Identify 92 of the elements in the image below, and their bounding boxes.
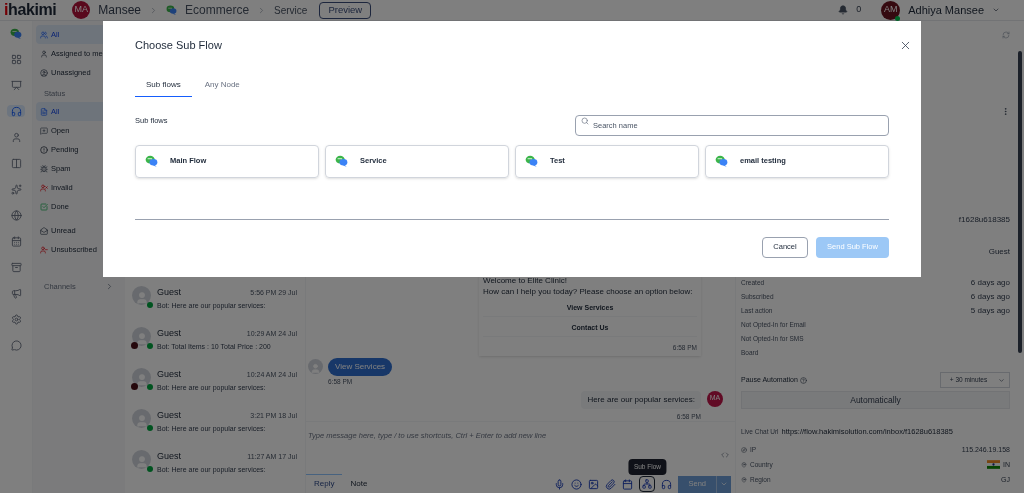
help-icon xyxy=(799,376,807,384)
scrollbar[interactable] xyxy=(1018,51,1022,353)
field-value: 5 days ago xyxy=(970,305,1010,317)
user-minus-icon xyxy=(40,245,48,254)
breadcrumb-item[interactable]: Service xyxy=(274,2,308,18)
field-value: 6 days ago xyxy=(970,277,1010,289)
mail-open-icon xyxy=(40,226,48,235)
breadcrumb-item[interactable]: Ecommerce xyxy=(185,1,250,19)
contact-name: Guest xyxy=(157,286,181,299)
microphone-icon[interactable] xyxy=(554,478,566,490)
compass-icon xyxy=(741,446,747,453)
contact-name: Guest xyxy=(157,368,181,381)
sitemap-icon[interactable] xyxy=(639,476,656,492)
avatar: AM xyxy=(881,0,901,20)
channel-badge xyxy=(147,343,153,349)
sparkles-icon xyxy=(10,183,22,195)
contact-name: Guest xyxy=(157,409,181,422)
megaphone-icon xyxy=(10,287,22,299)
chat-bubbles-icon xyxy=(715,155,728,167)
notification-count: 0 xyxy=(856,3,862,17)
bot-message-text: How can I help you today? Please choose an option below: xyxy=(483,286,694,297)
headset-icon[interactable] xyxy=(661,478,673,490)
calendar-icon[interactable] xyxy=(622,478,634,490)
chat-bubbles-icon xyxy=(10,27,22,39)
contact-name: Guest xyxy=(988,246,1010,258)
settings-icon xyxy=(10,313,22,325)
users-icon xyxy=(40,30,48,39)
dialog-tab[interactable]: Any Node xyxy=(193,73,251,97)
user-x-icon xyxy=(40,183,48,192)
search-icon xyxy=(581,117,589,125)
user-message: View Services xyxy=(328,357,393,376)
attachment-icon[interactable] xyxy=(605,478,617,490)
workspace-name[interactable]: Mansee xyxy=(98,1,142,19)
globe-icon xyxy=(10,209,22,221)
preview-button[interactable]: Preview xyxy=(319,1,372,19)
user-circle-icon xyxy=(40,68,48,77)
check-square-icon xyxy=(40,202,48,211)
contact-name: Guest xyxy=(157,450,181,463)
avatar-icon xyxy=(132,286,151,305)
user-icon xyxy=(10,131,22,143)
flag-icon xyxy=(987,460,1000,470)
field-value: 6 days ago xyxy=(970,291,1010,303)
contact-name: Guest xyxy=(157,327,181,340)
more-icon[interactable] xyxy=(1001,107,1010,116)
agent-message: Here are our popular services: xyxy=(581,390,701,409)
avatar: MA xyxy=(72,1,91,19)
caret-icon[interactable] xyxy=(992,6,1000,14)
chat-bubbles-icon xyxy=(335,155,348,167)
logo: ihakimi xyxy=(4,2,57,18)
send-options-button[interactable] xyxy=(716,475,731,493)
contact-id: f1628u618385 xyxy=(958,214,1010,226)
bell-icon[interactable] xyxy=(838,5,849,15)
automatically-button[interactable]: Automatically xyxy=(741,391,1010,409)
headphones-icon xyxy=(10,105,22,117)
dialog-tab[interactable]: Sub flows xyxy=(135,73,192,97)
bug-icon xyxy=(40,164,48,173)
avatar-icon xyxy=(132,450,151,469)
avatar-icon xyxy=(132,327,151,346)
channel-badge xyxy=(147,425,153,431)
message-icon xyxy=(10,339,22,351)
message-plus-icon xyxy=(40,126,48,135)
bot-message-text: Welcome to Elite Clinic! xyxy=(483,275,568,286)
nav-button[interactable] xyxy=(7,105,25,117)
chevron-icon xyxy=(105,282,114,292)
pin-icon xyxy=(741,476,747,483)
channel-badge xyxy=(147,302,153,308)
pin-icon xyxy=(741,461,747,468)
emoji-icon[interactable] xyxy=(571,478,583,490)
caret-icon xyxy=(998,376,1005,384)
composer-tab[interactable]: Note xyxy=(342,474,376,493)
composer-tab[interactable]: Reply xyxy=(306,474,343,493)
channel-badge xyxy=(147,466,153,472)
chat-bubbles-icon xyxy=(145,155,158,167)
user-icon xyxy=(40,49,48,58)
calendar-icon xyxy=(10,235,22,247)
avatar-icon xyxy=(132,368,151,387)
user-name[interactable]: Adhiya Mansee xyxy=(908,1,984,19)
chat-bubbles-icon xyxy=(525,155,538,167)
chat-bubbles-icon xyxy=(166,5,178,15)
archive-icon xyxy=(10,261,22,273)
alert-icon xyxy=(40,145,48,154)
refresh-icon[interactable] xyxy=(1002,31,1010,39)
image-icon[interactable] xyxy=(588,478,600,490)
caret-icon xyxy=(720,480,728,488)
avatar-icon xyxy=(132,409,151,428)
columns-icon xyxy=(10,157,22,169)
document-icon xyxy=(40,107,48,116)
presentation-icon xyxy=(10,79,22,91)
channel-badge xyxy=(147,384,153,390)
dialog-title: Choose Sub Flow xyxy=(135,38,222,53)
grid-icon xyxy=(10,53,22,65)
code-icon[interactable] xyxy=(721,450,729,459)
